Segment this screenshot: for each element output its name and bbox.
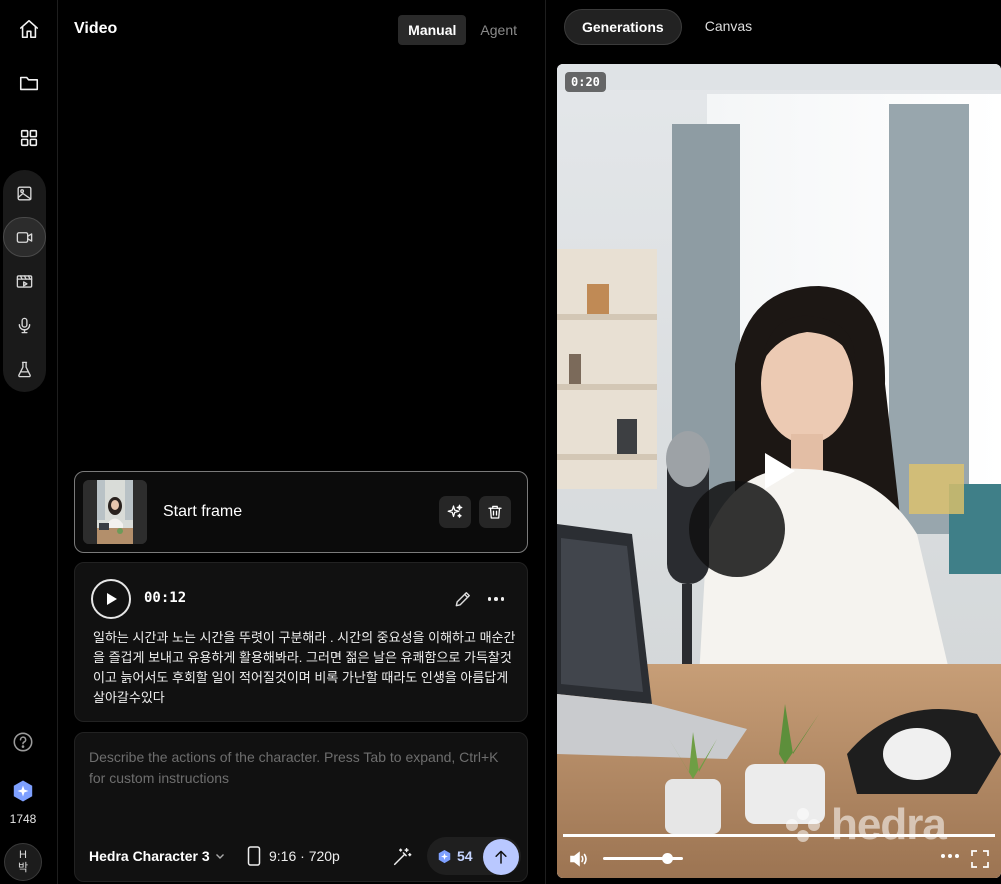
sparkle-icon — [447, 504, 463, 518]
lab-tool-button[interactable] — [3, 349, 46, 389]
grid-icon — [20, 129, 38, 147]
tab-generations[interactable]: Generations — [564, 9, 682, 45]
magic-prompt-button[interactable] — [391, 846, 413, 868]
avatar[interactable]: H 박 — [4, 843, 42, 881]
model-select[interactable]: Hedra Character 3 — [89, 848, 226, 864]
play-icon — [107, 593, 117, 605]
generate-cost: 54 — [457, 848, 473, 864]
audio-play-button[interactable] — [91, 579, 131, 619]
start-frame-label: Start frame — [163, 503, 243, 520]
audio-tool-button[interactable] — [3, 305, 46, 345]
pencil-icon — [455, 592, 470, 607]
phone-icon — [247, 846, 261, 866]
start-frame-thumbnail — [83, 480, 147, 544]
video-player[interactable]: 0:20 hedra — [557, 64, 1001, 878]
home-icon — [19, 19, 39, 39]
apps-button[interactable] — [7, 116, 51, 160]
more-icon — [941, 854, 945, 858]
hedra-logo-icon — [786, 808, 820, 842]
delete-frame-button[interactable] — [479, 496, 511, 528]
volume-icon — [570, 851, 587, 867]
generate-cost-pill: 54 — [427, 837, 521, 875]
avatar-initial: H — [19, 849, 27, 861]
video-controls — [557, 844, 1001, 874]
chevron-down-icon — [215, 854, 224, 859]
video-play-button[interactable] — [757, 449, 801, 493]
credits-icon — [438, 849, 451, 864]
credits-count: 1748 — [9, 812, 37, 826]
aspect-ratio-label: 9:16 · 720p — [269, 848, 340, 864]
mode-toggle: Manual Agent — [398, 15, 527, 45]
microphone-icon — [18, 317, 31, 333]
model-select-label: Hedra Character 3 — [89, 848, 210, 864]
video-tool-button[interactable] — [3, 217, 46, 257]
enhance-frame-button[interactable] — [439, 496, 471, 528]
arrow-up-icon — [495, 850, 507, 864]
credits-badge-icon[interactable] — [11, 779, 35, 803]
help-button[interactable] — [1, 720, 45, 764]
view-tabs: Generations Canvas — [564, 9, 769, 45]
video-progress-bar[interactable] — [563, 834, 995, 837]
audio-script-text: 일하는 시간과 노는 시간을 뚜렷이 구분해라 . 시간의 중요성을 이해하고 … — [93, 630, 516, 705]
fullscreen-icon — [971, 850, 989, 868]
play-icon — [765, 453, 795, 489]
tab-manual[interactable]: Manual — [398, 15, 467, 45]
folder-icon — [19, 76, 39, 91]
video-more-button[interactable] — [941, 854, 959, 858]
tool-group — [3, 170, 46, 392]
audio-duration: 00:12 — [144, 590, 187, 606]
tab-agent[interactable]: Agent — [470, 15, 527, 45]
image-icon — [17, 185, 32, 201]
storyboard-tool-button[interactable] — [3, 261, 46, 301]
left-rail: 1748 H 박 — [0, 0, 58, 884]
video-icon — [16, 231, 33, 243]
storyboard-icon — [16, 274, 33, 288]
aspect-ratio-select[interactable]: 9:16 · 720p — [247, 846, 340, 866]
generate-button[interactable] — [483, 839, 519, 875]
magic-wand-icon — [393, 848, 412, 866]
prompt-card: Hedra Character 3 9:16 · 720p 54 — [74, 732, 528, 882]
volume-slider-handle[interactable] — [662, 853, 673, 864]
hedra-watermark: hedra — [783, 800, 947, 850]
more-options-button[interactable] — [485, 589, 507, 609]
flask-icon — [18, 361, 31, 377]
generations-area: Generations Canvas 0:20 hedra — [546, 0, 1001, 884]
help-icon — [13, 732, 33, 752]
edit-script-button[interactable] — [453, 589, 473, 609]
more-icon — [487, 597, 492, 601]
video-duration-badge: 0:20 — [565, 72, 606, 92]
files-button[interactable] — [7, 61, 51, 105]
home-button[interactable] — [7, 7, 51, 51]
avatar-name: 박 — [17, 862, 29, 874]
watermark-text: hedra — [831, 800, 947, 849]
audio-script-card: 00:12 일하는 시간과 노는 시간을 뚜렷이 구분해라 . 시간의 중요성을… — [74, 562, 528, 722]
prompt-input[interactable] — [89, 747, 515, 827]
video-panel: Video Manual Agent Start frame 00:12 일하는… — [58, 0, 546, 884]
volume-button[interactable] — [569, 850, 589, 868]
image-tool-button[interactable] — [3, 173, 46, 213]
start-frame-card[interactable]: Start frame — [74, 471, 528, 553]
fullscreen-button[interactable] — [971, 850, 989, 868]
trash-icon — [488, 505, 502, 519]
panel-title: Video — [74, 20, 118, 37]
tab-canvas[interactable]: Canvas — [688, 9, 769, 45]
